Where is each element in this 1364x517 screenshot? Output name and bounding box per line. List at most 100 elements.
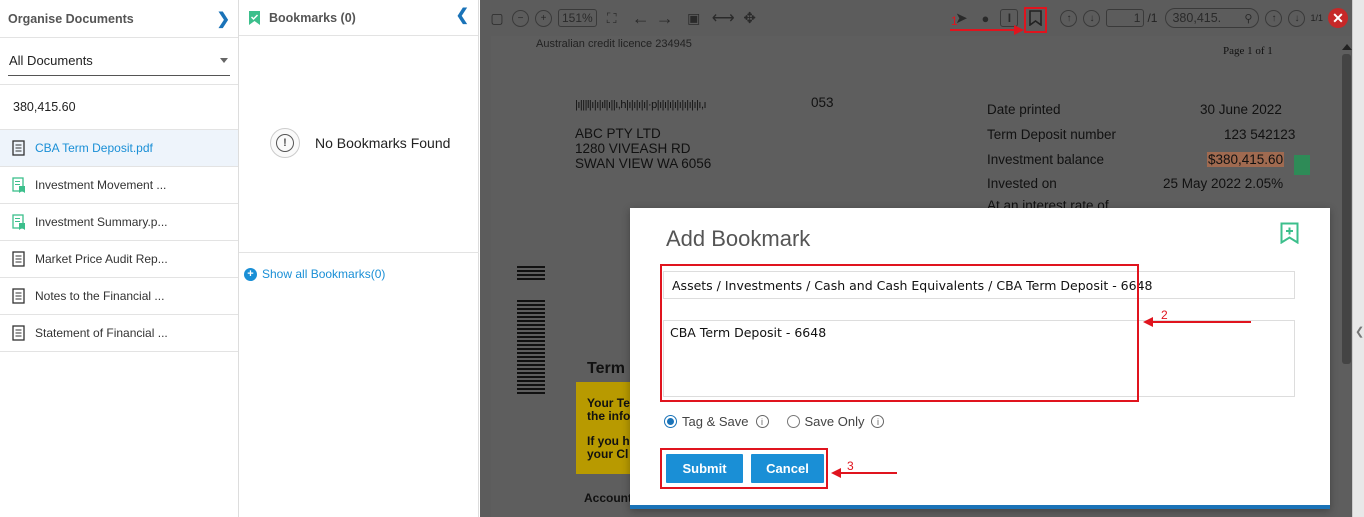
save-only-radio[interactable] bbox=[786, 415, 800, 428]
annotation-highlight-bookmark-button bbox=[1024, 7, 1047, 33]
address-line-1: ABC PTY LTD bbox=[575, 126, 661, 141]
document-filter-select[interactable]: All Documents bbox=[8, 46, 230, 76]
document-icon bbox=[12, 140, 25, 156]
organise-documents-title: Organise Documents bbox=[8, 11, 134, 26]
page-number-input[interactable]: 1 bbox=[1106, 9, 1145, 27]
info-icon[interactable]: i bbox=[755, 415, 769, 428]
document-filter-value: All Documents bbox=[9, 53, 93, 68]
detail-label: Date printed bbox=[987, 102, 1061, 117]
viewer-toolbar: ▢ − + 151% ⛶ ← → ▣ ⟷ ✥ ➤ ● I ↑ ↓ 1 /1 38… bbox=[480, 5, 1364, 31]
page-label: Page 1 of 1 bbox=[1223, 45, 1273, 57]
detail-label: Invested on bbox=[987, 176, 1057, 191]
detail-label: Investment balance bbox=[987, 152, 1105, 167]
undo-arrow-icon[interactable]: ← bbox=[632, 8, 650, 28]
no-bookmarks-message: ! No Bookmarks Found bbox=[270, 128, 450, 158]
document-item-market-price-audit[interactable]: Market Price Audit Rep... bbox=[0, 241, 238, 278]
search-result-count: 1/1 bbox=[1310, 13, 1323, 23]
detail-value: 123 542123 bbox=[1224, 127, 1296, 142]
divider bbox=[239, 252, 479, 253]
add-bookmark-icon bbox=[1280, 222, 1299, 244]
document-item-label: CBA Term Deposit.pdf bbox=[35, 141, 153, 155]
detail-value: 30 June 2022 bbox=[1200, 102, 1282, 117]
previous-page-icon[interactable]: ↑ bbox=[1060, 9, 1078, 27]
document-item-label: Statement of Financial ... bbox=[35, 326, 168, 340]
camera-icon[interactable]: ▣ bbox=[685, 8, 703, 28]
bookmarks-header: Bookmarks (0) ❮ bbox=[239, 0, 478, 36]
info-line: your Cl bbox=[587, 447, 629, 461]
annotation-arrow-1 bbox=[950, 25, 1024, 35]
barcode-mark bbox=[517, 266, 545, 280]
annotation-arrow-3 bbox=[831, 468, 897, 478]
document-item-statement-financial[interactable]: Statement of Financial ... bbox=[0, 315, 238, 352]
save-mode-radio-group: Tag & Save i Save Only i bbox=[664, 414, 902, 429]
info-icon[interactable]: i bbox=[871, 415, 885, 428]
document-item-investment-summary[interactable]: Investment Summary.p... bbox=[0, 204, 238, 241]
search-next-icon[interactable]: ↓ bbox=[1288, 9, 1306, 27]
bookmarks-title: Bookmarks (0) bbox=[269, 10, 356, 25]
show-all-bookmarks-label: Show all Bookmarks(0) bbox=[262, 267, 386, 281]
redo-arrow-icon[interactable]: → bbox=[656, 8, 674, 28]
barcode-mark bbox=[517, 298, 545, 394]
info-line: Your Te bbox=[587, 396, 630, 410]
tag-save-radio[interactable] bbox=[664, 415, 677, 428]
fit-width-icon[interactable]: ⟷ bbox=[712, 8, 735, 28]
zoom-in-icon[interactable]: + bbox=[535, 9, 552, 27]
annotation-highlight-fields bbox=[660, 264, 1139, 402]
close-viewer-icon[interactable]: ✕ bbox=[1328, 8, 1348, 28]
bookmarked-document-icon bbox=[12, 177, 25, 193]
detail-value: 25 May 2022 2.05% bbox=[1163, 176, 1284, 191]
term-heading: Term bbox=[587, 360, 625, 377]
info-line: If you h bbox=[587, 434, 630, 448]
save-only-label[interactable]: Save Only bbox=[805, 414, 865, 429]
zoom-out-icon[interactable]: − bbox=[512, 9, 529, 27]
postal-barcode: |ı|||l|ı|ı|ıl|ı||ı,h|ı|ı|ı|ı|·p|ı|ı|ı|ı|… bbox=[575, 99, 707, 111]
organise-documents-panel: Organise Documents ❯ All Documents 380,4… bbox=[0, 0, 239, 517]
address-line-2: 1280 VIVEASH RD bbox=[575, 141, 691, 156]
document-code: 053 bbox=[811, 95, 834, 110]
document-item-label: Investment Movement ... bbox=[35, 178, 167, 192]
caret-down-icon bbox=[220, 58, 228, 63]
document-item-label: Notes to the Financial ... bbox=[35, 289, 165, 303]
zoom-level-display[interactable]: 151% bbox=[558, 9, 597, 27]
scroll-up-icon[interactable] bbox=[1342, 44, 1352, 50]
detail-label: Term Deposit number bbox=[987, 127, 1117, 142]
dialog-title: Add Bookmark bbox=[666, 226, 811, 251]
bookmarks-panel: Bookmarks (0) ❮ ! No Bookmarks Found + S… bbox=[239, 0, 479, 517]
address-line-3: SWAN VIEW WA 6056 bbox=[575, 156, 712, 171]
document-list: CBA Term Deposit.pdf Investment Movement… bbox=[0, 130, 238, 352]
tag-save-label[interactable]: Tag & Save bbox=[682, 414, 749, 429]
bookmarked-document-icon bbox=[12, 214, 25, 230]
right-collapse-strip[interactable]: ❮ bbox=[1352, 0, 1364, 517]
document-icon bbox=[12, 251, 25, 267]
document-item-cba-term-deposit[interactable]: CBA Term Deposit.pdf bbox=[0, 130, 238, 167]
search-value: 380,415. bbox=[1172, 11, 1222, 25]
chevron-left-icon[interactable]: ❮ bbox=[1355, 325, 1364, 338]
account-label: Account bbox=[584, 491, 632, 505]
pan-move-icon[interactable]: ✥ bbox=[741, 8, 759, 28]
document-item-label: Market Price Audit Rep... bbox=[35, 252, 168, 266]
info-icon: ! bbox=[270, 128, 300, 158]
document-item-notes-financial[interactable]: Notes to the Financial ... bbox=[0, 278, 238, 315]
document-item-label: Investment Summary.p... bbox=[35, 215, 168, 229]
collapse-chevron-icon[interactable]: ❯ bbox=[217, 9, 230, 29]
next-page-icon[interactable]: ↓ bbox=[1083, 9, 1101, 27]
search-amount: 380,415.60 bbox=[0, 85, 238, 130]
sidebar-toggle-icon[interactable]: ▢ bbox=[488, 8, 506, 28]
document-item-investment-movement[interactable]: Investment Movement ... bbox=[0, 167, 238, 204]
organise-documents-header: Organise Documents ❯ bbox=[0, 0, 238, 38]
search-input[interactable]: 380,415. ⚲ bbox=[1165, 8, 1260, 28]
plus-circle-icon: + bbox=[244, 267, 257, 281]
info-line: the info bbox=[587, 409, 631, 423]
collapse-chevron-icon[interactable]: ❮ bbox=[456, 5, 469, 25]
annotation-arrow-2 bbox=[1143, 317, 1251, 327]
bookmark-plus-icon[interactable] bbox=[1294, 155, 1310, 175]
annotation-highlight-buttons bbox=[660, 448, 828, 489]
document-icon bbox=[12, 288, 25, 304]
viewer-scrollbar[interactable] bbox=[1342, 38, 1352, 508]
licence-text: Australian credit licence 234945 bbox=[536, 38, 692, 50]
search-previous-icon[interactable]: ↑ bbox=[1265, 9, 1283, 27]
fullscreen-icon[interactable]: ⛶ bbox=[603, 8, 621, 28]
detail-value-highlighted: $380,415.60 bbox=[1207, 152, 1285, 167]
scroll-thumb[interactable] bbox=[1342, 54, 1351, 364]
show-all-bookmarks-link[interactable]: + Show all Bookmarks(0) bbox=[244, 267, 385, 281]
